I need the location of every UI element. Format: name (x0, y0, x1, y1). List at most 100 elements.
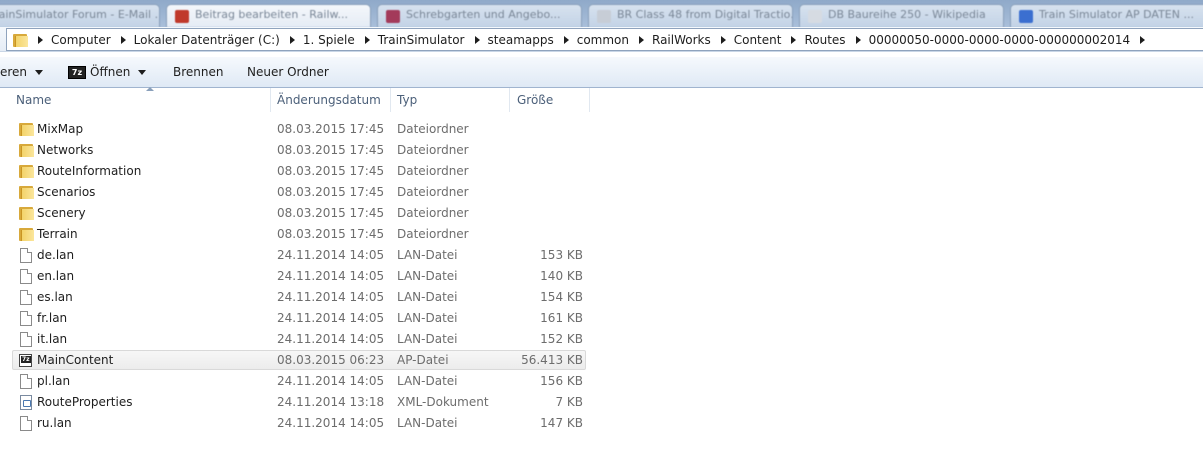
file-size: 154 KB (540, 290, 583, 304)
file-date: 24.11.2014 14:05 (277, 290, 385, 304)
file-type: Dateiordner (397, 206, 469, 220)
breadcrumb-separator-icon[interactable] (720, 35, 726, 44)
file-name: ru.lan (37, 416, 72, 430)
file-name: Scenarios (37, 185, 96, 199)
breadcrumb-separator-icon[interactable] (855, 35, 861, 44)
file-name: es.lan (37, 290, 73, 304)
breadcrumb-item[interactable]: TrainSimulator (378, 33, 465, 47)
file-date: 24.11.2014 14:05 (277, 269, 385, 283)
file-size: 153 KB (540, 248, 583, 262)
file-row[interactable]: Scenarios 08.03.2015 17:45 Dateiordner (0, 182, 600, 203)
breadcrumb-separator-icon[interactable] (364, 35, 370, 44)
open-label: Öffnen (90, 65, 131, 79)
breadcrumb-item[interactable]: Computer (51, 33, 111, 47)
burn-button[interactable]: Brennen (173, 57, 223, 87)
file-icon-cell (18, 227, 34, 242)
file-name: MixMap (37, 122, 84, 136)
file-row[interactable]: fr.lan 24.11.2014 14:05 LAN-Datei 161 KB (0, 308, 600, 329)
breadcrumb-item[interactable]: 00000050-0000-0000-0000-000000002014 (869, 33, 1131, 47)
organize-button[interactable]: eren (0, 57, 44, 87)
file-row[interactable]: ru.lan 24.11.2014 14:05 LAN-Datei 147 KB (0, 413, 600, 434)
tab-favicon-icon (175, 10, 189, 23)
breadcrumb-separator-icon[interactable] (791, 35, 797, 44)
file-row[interactable]: es.lan 24.11.2014 14:05 LAN-Datei 154 KB (0, 287, 600, 308)
file-icon-cell (18, 416, 34, 431)
command-bar: eren 7z Öffnen Brennen Neuer Ordner (0, 57, 1203, 88)
column-header-date[interactable]: Änderungsdatum (271, 88, 390, 112)
file-row[interactable]: pl.lan 24.11.2014 14:05 LAN-Datei 156 KB (0, 371, 600, 392)
file-name: Scenery (37, 206, 86, 220)
file-size: 152 KB (540, 332, 583, 346)
tab-favicon-icon (597, 10, 611, 23)
browser-tab[interactable]: Schrebgarten und Angebo... (377, 4, 582, 27)
breadcrumb-separator-icon[interactable] (38, 35, 43, 44)
breadcrumb-item[interactable]: steamapps (488, 33, 554, 47)
column-label: Größe (517, 93, 554, 107)
file-row[interactable]: MixMap 08.03.2015 17:45 Dateiordner (0, 119, 600, 140)
file-size: 161 KB (540, 311, 583, 325)
column-header-type[interactable]: Typ (391, 88, 509, 112)
file-date: 08.03.2015 17:45 (277, 143, 385, 157)
file-type: LAN-Datei (397, 332, 458, 346)
browser-tab-label: BR Class 48 from Digital Tractio... (617, 8, 793, 21)
file-type: LAN-Datei (397, 269, 458, 283)
column-header-size[interactable]: Größe (511, 88, 589, 112)
breadcrumb[interactable]: Computer Lokaler Datenträger (C:) 1. Spiel… (6, 28, 1203, 51)
breadcrumb-item[interactable]: common (577, 33, 629, 47)
breadcrumb-separator-icon[interactable] (289, 35, 295, 44)
breadcrumb-separator-icon[interactable] (563, 35, 569, 44)
breadcrumb-separator-icon[interactable] (474, 35, 480, 44)
column-divider[interactable] (509, 88, 510, 112)
file-type: LAN-Datei (397, 374, 458, 388)
file-size (512, 224, 583, 245)
file-list: MixMap 08.03.2015 17:45 Dateiordner Network… (0, 119, 600, 434)
folder-icon (18, 143, 34, 157)
folder-icon (18, 122, 34, 136)
file-row[interactable]: RouteProperties 24.11.2014 13:18 XML-Dokum… (0, 392, 600, 413)
browser-tab-label: Schrebgarten und Angebo... (406, 8, 561, 21)
breadcrumb-item[interactable]: Routes (804, 33, 845, 47)
file-row[interactable]: RouteInformation 08.03.2015 17:45 Dateiord… (0, 161, 600, 182)
file-date: 24.11.2014 14:05 (277, 374, 385, 388)
file-date: 08.03.2015 17:45 (277, 164, 385, 178)
file-row[interactable]: MainContent 08.03.2015 06:23 AP-Datei 56.41… (0, 350, 600, 371)
column-label: Typ (397, 93, 418, 107)
tab-favicon-icon (1019, 10, 1033, 23)
file-date: 08.03.2015 17:45 (277, 206, 385, 220)
browser-tab[interactable]: Train Simulator AP DATEN ... (1010, 4, 1203, 27)
breadcrumb-item[interactable]: RailWorks (652, 33, 711, 47)
column-divider[interactable] (589, 88, 590, 112)
breadcrumb-item[interactable]: Lokaler Datenträger (C:) (134, 33, 280, 47)
breadcrumb-item[interactable]: Content (734, 33, 782, 47)
column-header-name[interactable]: Name (10, 87, 270, 112)
browser-tab[interactable]: DB Baureihe 250 - Wikipedia (799, 4, 1004, 27)
breadcrumb-separator-icon[interactable] (120, 35, 126, 44)
file-row[interactable]: Terrain 08.03.2015 17:45 Dateiordner (0, 224, 600, 245)
file-date: 08.03.2015 06:23 (277, 353, 385, 367)
file-icon (20, 290, 32, 305)
file-type: Dateiordner (397, 122, 469, 136)
file-row[interactable]: Scenery 08.03.2015 17:45 Dateiordner (0, 203, 600, 224)
browser-tab[interactable]: BR Class 48 from Digital Tractio... (588, 4, 793, 27)
file-row[interactable]: en.lan 24.11.2014 14:05 LAN-Datei 140 KB (0, 266, 600, 287)
browser-tab-active[interactable]: Beitrag bearbeiten - Railw... (166, 4, 371, 27)
file-row[interactable]: it.lan 24.11.2014 14:05 LAN-Datei 152 KB (0, 329, 600, 350)
file-icon (20, 248, 32, 263)
file-size: 140 KB (540, 269, 583, 283)
file-size: 156 KB (540, 374, 583, 388)
breadcrumb-item[interactable]: 1. Spiele (303, 33, 355, 47)
file-type: LAN-Datei (397, 290, 458, 304)
breadcrumb-separator-icon[interactable] (1140, 35, 1146, 44)
browser-tab[interactable]: TrainSimulator Forum - E-Mail ... (0, 4, 160, 27)
file-name: RouteProperties (37, 395, 133, 409)
open-with-button[interactable]: 7z Öffnen (68, 57, 147, 87)
file-icon (20, 332, 32, 347)
file-icon-cell (18, 353, 34, 368)
new-folder-button[interactable]: Neuer Ordner (247, 57, 329, 87)
file-row[interactable]: de.lan 24.11.2014 14:05 LAN-Datei 153 KB (0, 245, 600, 266)
file-icon-cell (18, 269, 34, 284)
column-label: Name (16, 93, 52, 107)
folder-icon (18, 164, 34, 178)
file-row[interactable]: Networks 08.03.2015 17:45 Dateiordner (0, 140, 600, 161)
breadcrumb-separator-icon[interactable] (639, 35, 644, 44)
